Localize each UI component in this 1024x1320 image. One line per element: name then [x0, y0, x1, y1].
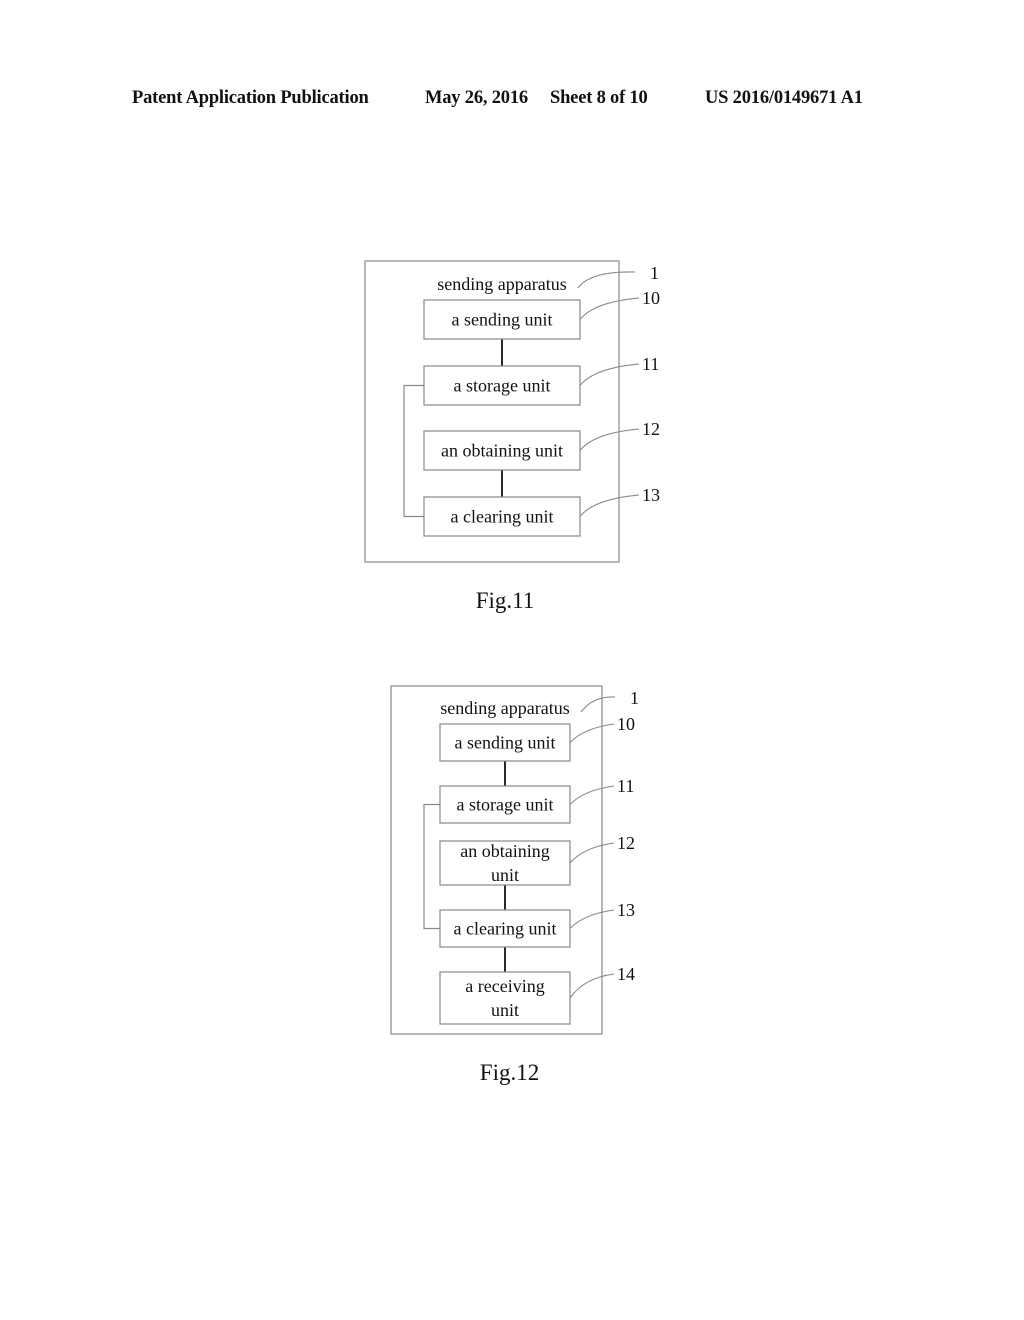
- leader-line: [579, 428, 640, 451]
- reference-numeral: 10: [642, 288, 660, 308]
- reference-numeral: 1: [650, 263, 659, 283]
- reference-numeral: 12: [617, 833, 635, 853]
- apparatus-label: sending apparatus: [440, 698, 569, 718]
- reference-numeral: 1: [630, 688, 639, 708]
- reference-numeral: 10: [617, 714, 635, 734]
- unit-label: a sending unit: [452, 310, 553, 330]
- unit-label: a storage unit: [457, 795, 554, 815]
- figure-caption: Fig.12: [480, 1060, 539, 1085]
- leader-line: [577, 271, 636, 289]
- bracket-connection: [403, 384, 424, 518]
- leader-line: [580, 696, 616, 713]
- apparatus-label: sending apparatus: [437, 274, 566, 294]
- unit-label: unit: [491, 1000, 519, 1020]
- unit-a-clearing-unit: a clearing unit 13: [423, 485, 660, 537]
- leader-line: [579, 363, 640, 386]
- leader-line: [569, 973, 615, 999]
- unit-label: a clearing unit: [454, 919, 557, 939]
- unit-a-receiving-unit: a receiving unit 14: [439, 964, 635, 1025]
- unit-a-sending-unit: a sending unit 10: [439, 714, 635, 762]
- leader-line: [579, 297, 640, 320]
- figure-fig-12: sending apparatus 1 a sending unit 10 a stor…: [390, 685, 639, 1085]
- leader-line: [569, 785, 615, 805]
- unit-label: a storage unit: [454, 376, 551, 396]
- unit-a-clearing-unit: a clearing unit 13: [439, 900, 635, 948]
- unit-an-obtaining-unit: an obtaining unit 12: [439, 833, 635, 886]
- unit-label: an obtaining: [460, 841, 549, 861]
- reference-numeral: 13: [617, 900, 635, 920]
- unit-label: an obtaining unit: [441, 441, 563, 461]
- unit-label: unit: [491, 865, 519, 885]
- unit-label: a sending unit: [455, 733, 556, 753]
- unit-a-sending-unit: a sending unit 10: [423, 288, 660, 340]
- unit-label: a receiving: [465, 976, 544, 996]
- reference-numeral: 11: [617, 776, 634, 796]
- unit-an-obtaining-unit: an obtaining unit 12: [423, 419, 660, 471]
- leader-line: [569, 723, 615, 743]
- leader-line: [579, 494, 640, 517]
- reference-numeral: 14: [617, 964, 635, 984]
- unit-a-storage-unit: a storage unit 11: [439, 776, 634, 824]
- figure-caption: Fig.11: [476, 588, 535, 613]
- unit-label: a clearing unit: [451, 507, 554, 527]
- reference-numeral: 13: [642, 485, 660, 505]
- bracket-connection: [423, 803, 440, 930]
- patent-diagrams: sending apparatus 1 a sending unit 10 a stor…: [364, 260, 660, 1085]
- leader-line: [569, 909, 615, 929]
- unit-a-storage-unit: a storage unit 11: [423, 354, 659, 406]
- figure-fig-11: sending apparatus 1 a sending unit 10 a stor…: [364, 260, 660, 613]
- reference-numeral: 11: [642, 354, 659, 374]
- leader-line: [569, 842, 615, 864]
- reference-numeral: 12: [642, 419, 660, 439]
